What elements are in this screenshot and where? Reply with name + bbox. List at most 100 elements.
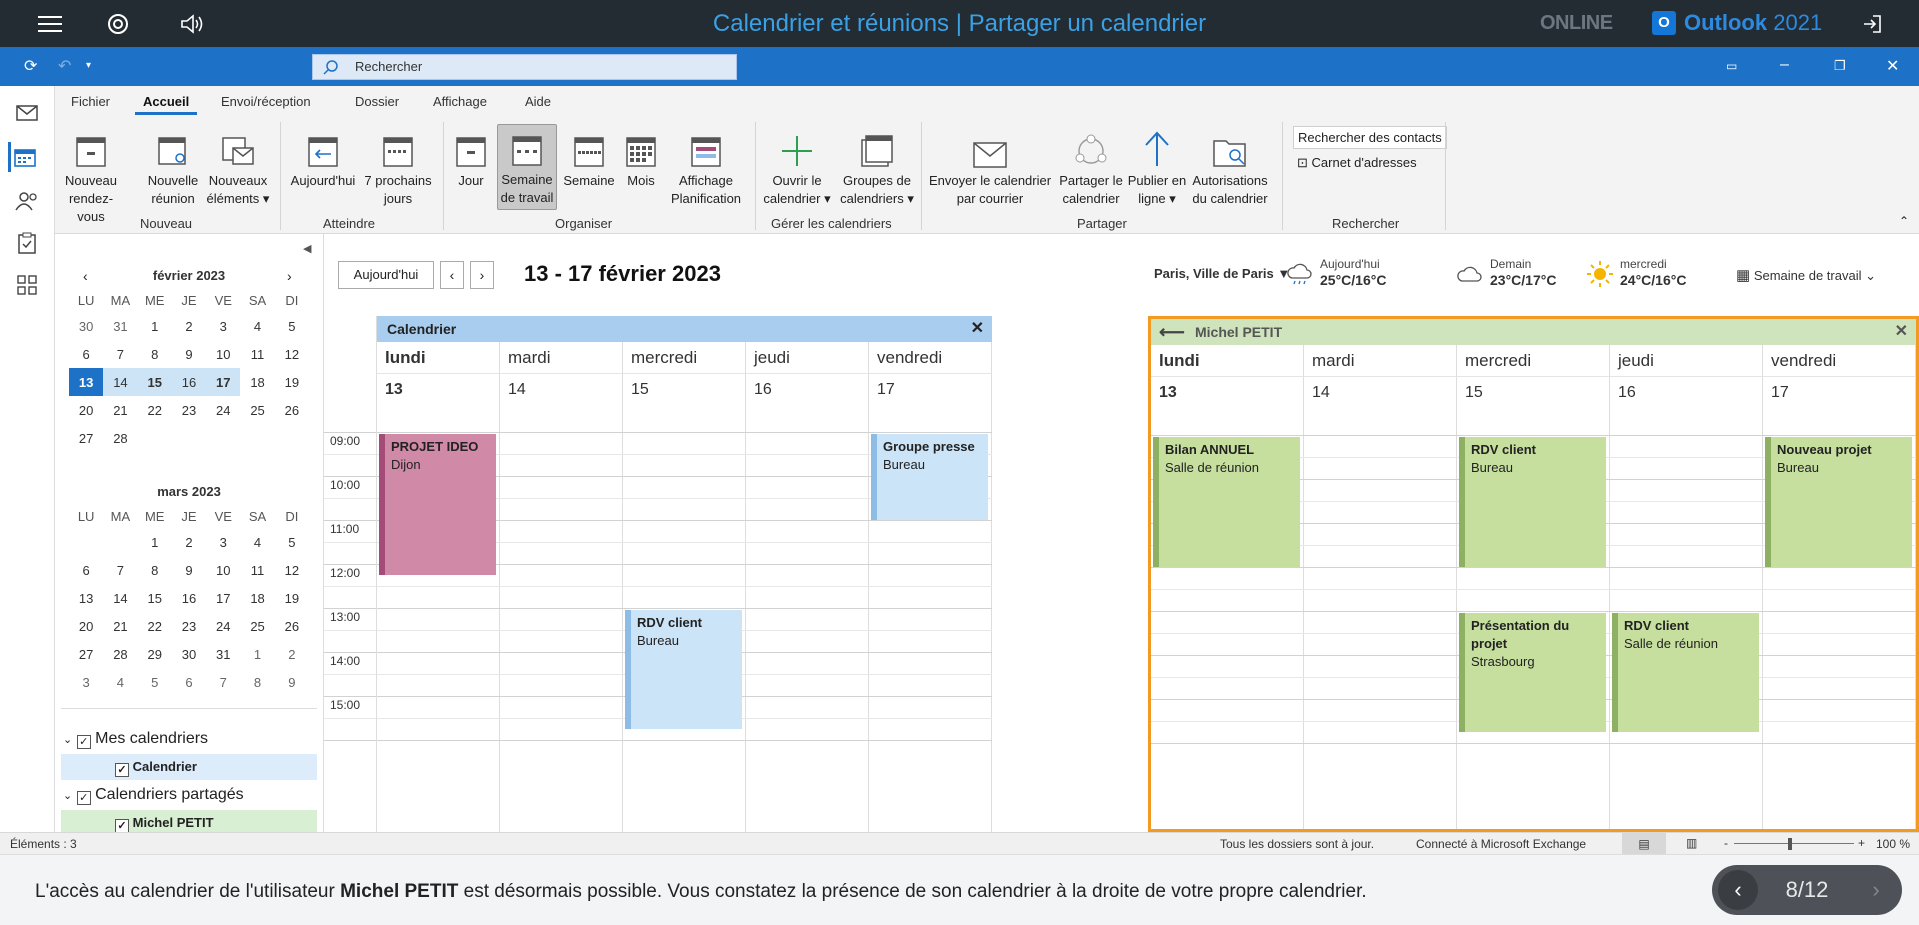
day-cell[interactable]: 26	[275, 612, 309, 640]
day-cell[interactable]: 9	[275, 668, 309, 696]
email-calendar-button[interactable]: Envoyer le calendrier par courrier	[925, 126, 1055, 208]
close-icon[interactable]: ✕	[971, 316, 984, 342]
day-cell[interactable]: 27	[69, 424, 103, 452]
day-cell[interactable]: 29	[138, 640, 172, 668]
day-cell[interactable]: 5	[138, 668, 172, 696]
day-cell[interactable]: 23	[172, 396, 206, 424]
appointment[interactable]: PROJET IDEO Dijon	[379, 434, 496, 575]
mail-icon[interactable]	[12, 98, 42, 128]
zoom-out-icon[interactable]: -	[1724, 836, 1728, 850]
day-cell[interactable]: 10	[206, 556, 240, 584]
tab-dossier[interactable]: Dossier	[355, 94, 399, 109]
prev-week-button[interactable]: ‹	[440, 261, 464, 289]
zoom-slider[interactable]	[1734, 843, 1854, 844]
search-input[interactable]: Rechercher	[312, 54, 737, 80]
day-cell[interactable]: 27	[69, 640, 103, 668]
day-cell[interactable]: 25	[240, 396, 274, 424]
appointment[interactable]: RDV client Salle de réunion	[1612, 613, 1759, 732]
day-cell[interactable]: 14	[103, 368, 138, 396]
minimize-icon[interactable]: –	[1780, 56, 1789, 74]
day-cell[interactable]: 3	[206, 312, 240, 340]
next-step-button[interactable]: ›	[1856, 870, 1896, 910]
reading-view-icon[interactable]: ▥	[1686, 836, 1697, 850]
normal-view-icon[interactable]: ▤	[1622, 833, 1666, 855]
checkbox[interactable]: ✓	[115, 819, 129, 833]
tab-fichier[interactable]: Fichier	[71, 94, 110, 109]
day-cell[interactable]: 9	[172, 340, 206, 368]
shared-calendars-group[interactable]: ⌄ ✓ Calendriers partagés	[63, 786, 244, 805]
checkbox[interactable]: ✓	[115, 763, 129, 777]
work-week-view-button[interactable]: Semaine de travail	[497, 124, 557, 210]
open-calendar-button[interactable]: Ouvrir le calendrier ▾	[755, 126, 839, 208]
day-cell[interactable]: 19	[275, 584, 309, 612]
day-cell[interactable]: 26	[275, 396, 309, 424]
day-cell[interactable]: 11	[240, 556, 274, 584]
day-cell[interactable]: 9	[172, 556, 206, 584]
share-calendar-button[interactable]: Partager le calendrier	[1055, 126, 1127, 208]
week-view-button[interactable]: Semaine	[561, 126, 617, 190]
day-cell[interactable]: 18	[240, 368, 274, 396]
today-button[interactable]: Aujourd'hui	[287, 126, 359, 190]
day-cell[interactable]: 14	[103, 584, 137, 612]
zoom-thumb[interactable]	[1788, 838, 1792, 850]
appointment[interactable]: Nouveau projet Bureau	[1765, 437, 1912, 567]
calendar-item-calendrier[interactable]: ✓ Calendrier	[61, 754, 317, 780]
day-cell[interactable]: 6	[172, 668, 206, 696]
appointment[interactable]: Bilan ANNUEL Salle de réunion	[1153, 437, 1300, 567]
appointment[interactable]: Groupe presse Bureau	[871, 434, 988, 520]
day-cell[interactable]: 13	[69, 584, 103, 612]
day-cell[interactable]: 19	[275, 368, 309, 396]
day-cell[interactable]: 22	[138, 612, 172, 640]
apps-icon[interactable]	[12, 270, 42, 300]
tab-envoi-reception[interactable]: Envoi/réception	[221, 94, 311, 109]
day-cell[interactable]: 13	[69, 368, 104, 396]
day-cell[interactable]: 1	[240, 640, 274, 668]
sync-icon[interactable]: ⟳	[24, 56, 37, 76]
day-cell[interactable]: 5	[275, 312, 309, 340]
location-selector[interactable]: Paris, Ville de Paris ▼	[1154, 266, 1290, 281]
day-cell[interactable]: 31	[103, 312, 137, 340]
day-cell[interactable]: 1	[138, 528, 172, 556]
day-cell[interactable]: 12	[275, 340, 309, 368]
zoom-in-icon[interactable]: +	[1858, 836, 1865, 850]
customize-icon[interactable]: ▾	[86, 60, 91, 71]
day-cell[interactable]: 8	[138, 556, 172, 584]
undo-icon[interactable]: ↶	[58, 56, 71, 76]
day-cell[interactable]: 16	[171, 368, 207, 396]
day-cell[interactable]: 30	[172, 640, 206, 668]
day-cell[interactable]: 24	[206, 396, 240, 424]
close-icon[interactable]: ✕	[1895, 319, 1908, 345]
my-calendars-group[interactable]: ⌄ ✓ Mes calendriers	[63, 730, 208, 749]
collapse-ribbon-icon[interactable]: ⌃	[1899, 214, 1909, 228]
address-book-button[interactable]: ⊡ Carnet d'adresses	[1293, 152, 1421, 174]
calendar-permissions-button[interactable]: Autorisations du calendrier	[1189, 126, 1271, 208]
schedule-view-button[interactable]: Affichage Planification	[663, 126, 749, 208]
arrow-left-icon[interactable]: ⟵	[1159, 319, 1185, 345]
tasks-icon[interactable]	[12, 228, 42, 258]
day-cell[interactable]: 12	[275, 556, 309, 584]
new-meeting-button[interactable]: Nouvelle réunion	[143, 126, 203, 208]
tab-affichage[interactable]: Affichage	[433, 94, 487, 109]
day-cell[interactable]: 8	[240, 668, 274, 696]
day-cell[interactable]: 31	[206, 640, 240, 668]
ribbon-display-icon[interactable]: ▭	[1726, 59, 1737, 73]
checkbox[interactable]: ✓	[76, 735, 91, 749]
calendar-groups-button[interactable]: Groupes de calendriers ▾	[835, 126, 919, 208]
day-cell[interactable]: 28	[103, 640, 137, 668]
new-items-button[interactable]: Nouveaux éléments ▾	[205, 126, 271, 208]
day-cell[interactable]: 7	[103, 340, 137, 368]
day-cell[interactable]: 4	[103, 668, 137, 696]
day-cell[interactable]: 22	[138, 396, 172, 424]
search-contacts-input[interactable]: Rechercher des contacts	[1293, 126, 1447, 149]
day-cell[interactable]: 5	[275, 528, 309, 556]
next-7-days-button[interactable]: 7 prochains jours	[363, 126, 433, 208]
view-selector[interactable]: ▦ Semaine de travail ⌄	[1736, 266, 1876, 284]
publish-online-button[interactable]: Publier en ligne ▾	[1127, 126, 1187, 208]
today-nav-button[interactable]: Aujourd'hui	[338, 261, 434, 289]
day-cell[interactable]: 3	[206, 528, 240, 556]
appointment[interactable]: RDV client Bureau	[625, 610, 742, 729]
close-window-icon[interactable]: ✕	[1886, 56, 1899, 76]
next-week-button[interactable]: ›	[470, 261, 494, 289]
day-cell[interactable]: 6	[69, 556, 103, 584]
day-cell[interactable]: 1	[138, 312, 172, 340]
